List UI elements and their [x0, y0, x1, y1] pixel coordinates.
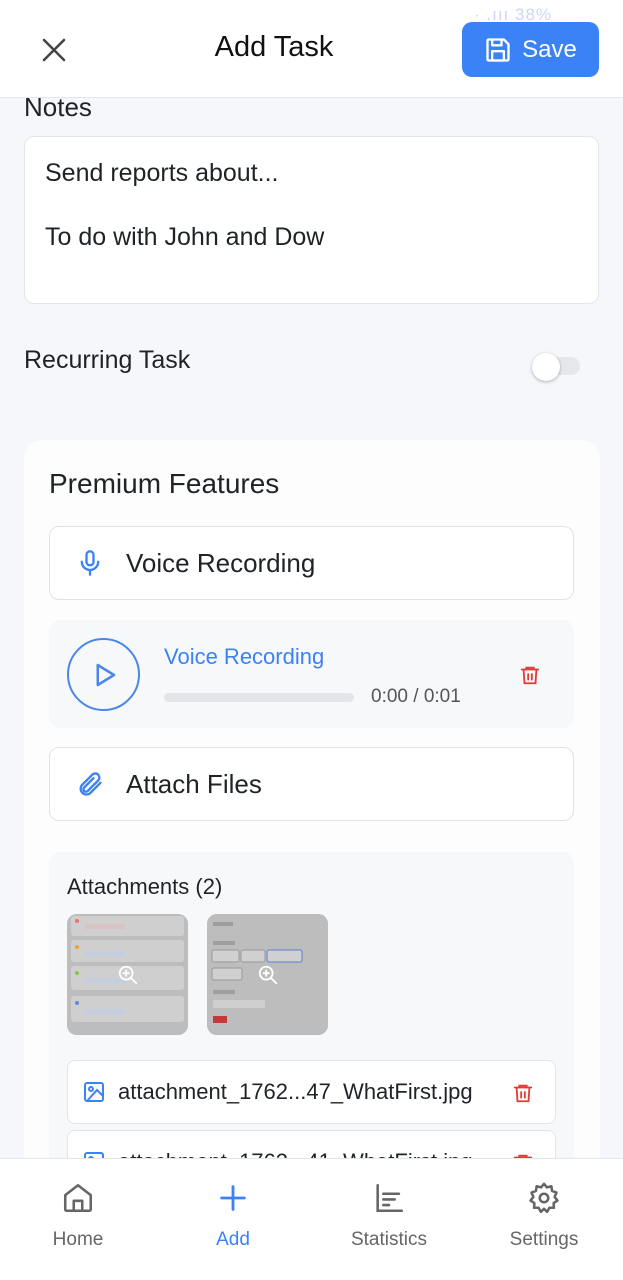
nav-item-settings[interactable]: Settings — [484, 1181, 604, 1251]
playback-progress-bar[interactable] — [164, 693, 354, 702]
top-app-bar: · .ııı 38% Add Task Save — [0, 0, 623, 98]
image-file-icon — [84, 1082, 104, 1102]
play-button[interactable] — [67, 638, 140, 711]
plus-icon — [220, 1185, 246, 1211]
notes-label: Notes — [24, 98, 92, 122]
nav-item-label: Home — [52, 1229, 104, 1250]
notes-field[interactable]: Send reports about... To do with John an… — [24, 136, 599, 304]
image-file-icon — [84, 1152, 104, 1158]
voice-recording-button[interactable]: Voice Recording — [49, 526, 574, 600]
toggle-knob — [532, 353, 560, 381]
attachment-file-row[interactable]: attachment_1762...41_WhatFirst.jpg — [67, 1130, 556, 1158]
status-bar-fragment: · .ııı 38% — [474, 8, 553, 22]
recurring-task-toggle[interactable] — [532, 352, 582, 381]
save-button[interactable]: Save — [462, 22, 599, 77]
attachments-section: Attachments (2) attachment_1762...47_Wha… — [49, 852, 574, 1158]
trash-icon — [513, 1154, 533, 1158]
notes-line: To do with John and Dow — [45, 223, 325, 251]
playback-time: 0:00 / 0:01 — [371, 686, 461, 707]
attachments-title: Attachments (2) — [67, 874, 223, 899]
premium-features-title: Premium Features — [49, 468, 280, 499]
delete-recording-button[interactable] — [519, 663, 541, 692]
microphone-icon — [80, 550, 100, 576]
gear-icon — [529, 1182, 559, 1214]
recording-title: Voice Recording — [164, 644, 325, 669]
attachment-file-name: attachment_1762...47_WhatFirst.jpg — [118, 1079, 473, 1104]
attach-files-button[interactable]: Attach Files — [49, 747, 574, 821]
play-icon — [96, 663, 115, 686]
nav-item-label: Statistics — [350, 1229, 428, 1250]
attachment-file-name: attachment_1762...41_WhatFirst.jpg — [118, 1149, 518, 1158]
delete-attachment-button[interactable] — [512, 1081, 534, 1110]
attachment-thumbnail[interactable] — [207, 914, 328, 1035]
save-button-label: Save — [522, 35, 577, 63]
nav-item-statistics[interactable]: Statistics — [329, 1181, 449, 1251]
zoom-in-icon — [118, 965, 138, 985]
delete-attachment-button[interactable] — [512, 1151, 534, 1158]
attachment-file-row[interactable]: attachment_1762...47_WhatFirst.jpg — [67, 1060, 556, 1124]
home-icon — [63, 1183, 93, 1213]
notes-line: Send reports about... — [45, 159, 279, 187]
zoom-in-icon — [258, 965, 278, 985]
attach-files-button-label: Attach Files — [126, 768, 262, 799]
nav-item-label: Settings — [509, 1229, 579, 1250]
task-form: Notes Send reports about... To do with J… — [0, 98, 623, 1158]
bottom-navigation: Home Add Statistics Settings — [0, 1158, 623, 1280]
nav-item-add[interactable]: Add — [173, 1181, 293, 1251]
trash-icon — [513, 1084, 533, 1103]
save-icon — [486, 37, 510, 62]
trash-icon — [520, 666, 540, 685]
voice-recording-button-label: Voice Recording — [126, 547, 316, 578]
nav-item-home[interactable]: Home — [18, 1181, 138, 1251]
attachment-thumbnail[interactable] — [67, 914, 188, 1035]
premium-features-card: Premium Features Voice Recording Voice R… — [24, 440, 600, 1158]
recurring-task-label: Recurring Task — [24, 346, 191, 374]
paperclip-icon — [79, 772, 102, 796]
bar-chart-icon — [376, 1183, 404, 1213]
voice-recording-player: Voice Recording 0:00 / 0:01 — [49, 620, 574, 728]
nav-item-label: Add — [216, 1229, 250, 1250]
